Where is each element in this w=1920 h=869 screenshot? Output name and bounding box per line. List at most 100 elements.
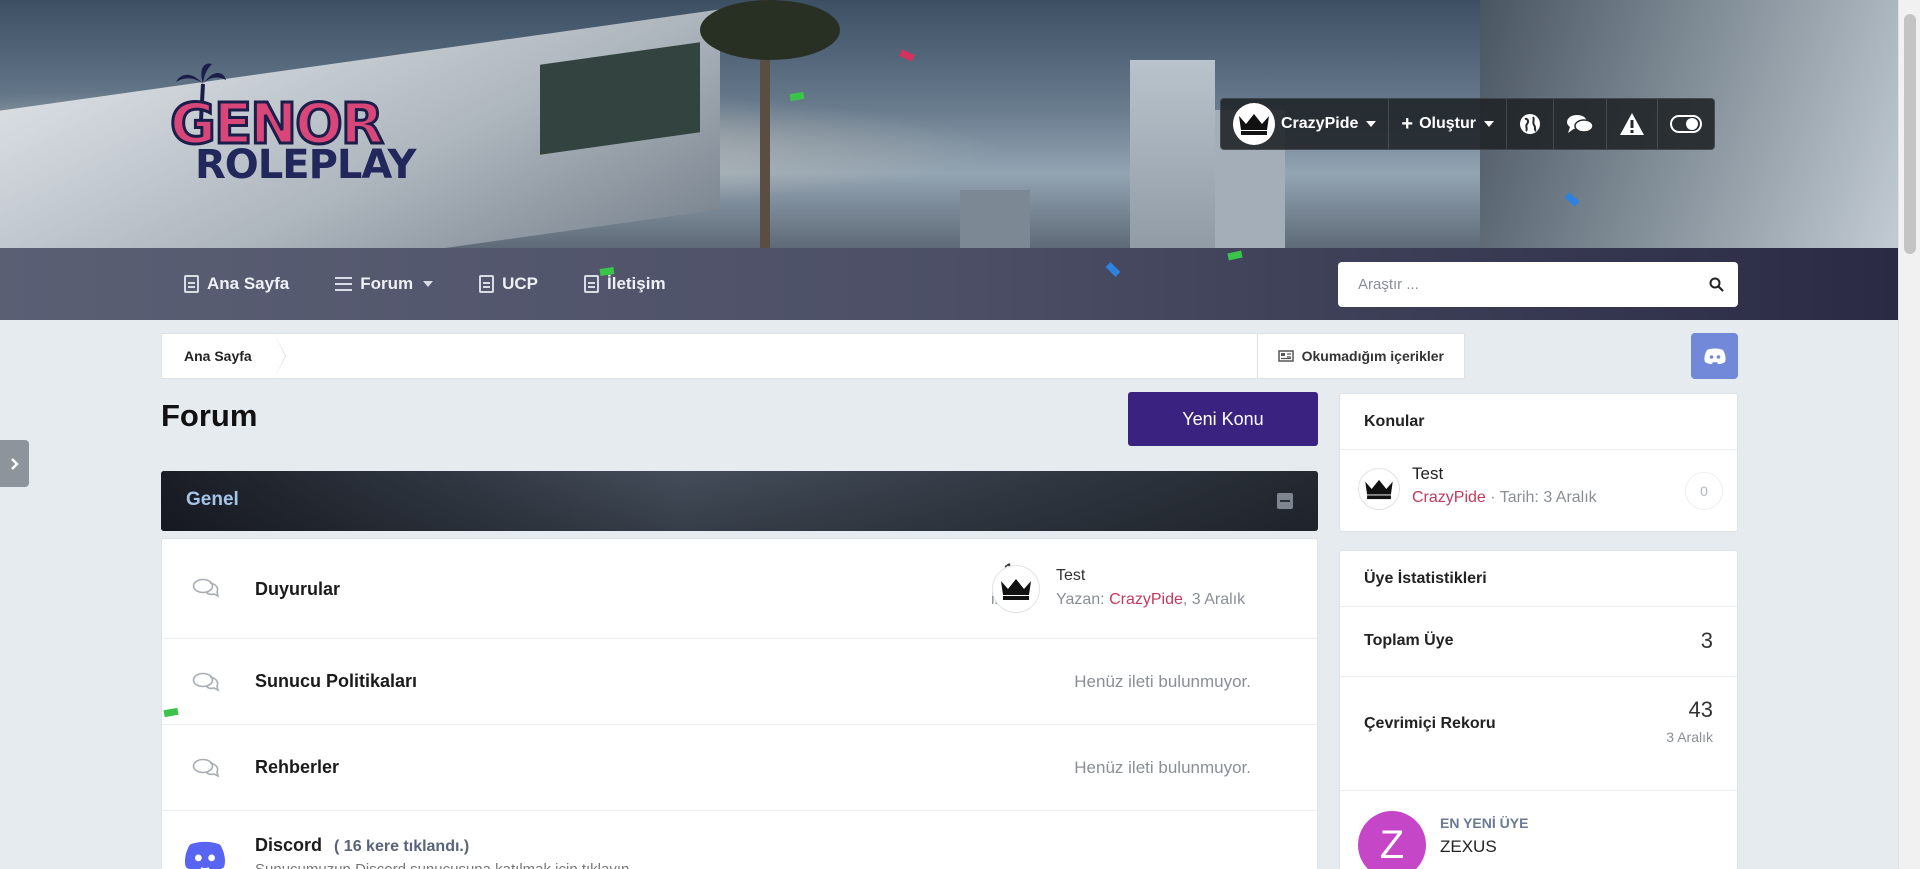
avatar — [1233, 103, 1275, 145]
unread-content-link[interactable]: Okumadığım içerikler — [1256, 334, 1464, 378]
create-menu[interactable]: + Oluştur — [1389, 99, 1507, 149]
site-logo[interactable]: GENOR ROLEPLAY — [169, 62, 490, 192]
username: CrazyPide — [1281, 115, 1359, 132]
stat-value: 43 — [1688, 697, 1713, 722]
forum-name[interactable]: Duyurular — [255, 579, 340, 600]
create-label: Oluştur — [1419, 115, 1476, 132]
category-header: Genel — [161, 471, 1318, 531]
building-tower — [1130, 60, 1215, 248]
crown-icon — [1001, 579, 1031, 600]
list-icon — [335, 277, 353, 291]
online-record-row: Çevrimiçi Rekoru 43 3 Aralık — [1340, 677, 1737, 791]
total-members-row: Toplam Üye 3 — [1340, 607, 1737, 677]
scrollbar[interactable] — [1898, 0, 1920, 869]
newest-member-label: EN YENİ ÜYE — [1440, 815, 1529, 831]
warning-icon — [1619, 113, 1644, 135]
palm-leaves — [700, 0, 840, 60]
stat-value: 3 — [1700, 628, 1713, 653]
language-button[interactable] — [1507, 99, 1554, 149]
forum-name[interactable]: Rehberler — [255, 757, 339, 778]
forum-name[interactable]: Discord ( 16 kere tıklandı.) — [255, 835, 469, 856]
hero-banner: GENOR ROLEPLAY CrazyPide + Oluştur — [0, 0, 1898, 248]
chevron-down-icon — [1366, 121, 1377, 127]
stat-date: 3 Aralık — [1666, 729, 1713, 745]
topic-meta: CrazyPide · Tarih: 3 Aralık — [1412, 489, 1597, 507]
chat-bubbles-icon — [192, 672, 220, 692]
category-title[interactable]: Genel — [186, 489, 239, 511]
search-button[interactable] — [1694, 262, 1738, 307]
last-post-prefix: Yazan: — [1056, 591, 1110, 608]
forum-name-text: Discord — [255, 835, 323, 855]
last-post-date: , 3 Aralık — [1182, 591, 1246, 608]
new-topic-button[interactable]: Yeni Konu — [1128, 392, 1318, 446]
discord-icon — [1703, 348, 1726, 364]
forum-description: Sunucumuzun Discord sunucusuna katılmak … — [255, 861, 634, 869]
chevron-down-icon — [1483, 121, 1494, 127]
nav-label: UCP — [502, 274, 538, 293]
conversations-button[interactable] — [1554, 99, 1607, 149]
topic-date: · Tarih: 3 Aralık — [1485, 489, 1597, 506]
forum-row-announcements: Duyurular 1 ileti Test Yazan: CrazyPide,… — [162, 539, 1317, 639]
widget-title: Konular — [1340, 394, 1737, 450]
newest-member-name[interactable]: ZEXUS — [1440, 837, 1497, 857]
breadcrumb-home[interactable]: Ana Sayfa — [162, 333, 286, 379]
search-icon — [1709, 277, 1724, 292]
confetti — [789, 91, 805, 102]
forum-name[interactable]: Sunucu Politikaları — [255, 671, 417, 692]
stat-label: Toplam Üye — [1364, 632, 1454, 649]
globe-icon — [1519, 114, 1540, 134]
crown-icon — [1239, 114, 1269, 135]
nav-label: Ana Sayfa — [207, 274, 290, 293]
plus-icon: + — [1401, 113, 1414, 135]
stat-label: Çevrimiçi Rekoru — [1364, 715, 1496, 732]
last-post-title[interactable]: Test — [1056, 567, 1085, 585]
topic-author[interactable]: CrazyPide — [1412, 489, 1486, 506]
collapse-icon[interactable] — [1277, 493, 1293, 509]
notifications-button[interactable] — [1607, 99, 1658, 149]
document-icon — [479, 275, 495, 293]
nav-item-home[interactable]: Ana Sayfa — [180, 274, 311, 294]
forum-row-guides: Rehberler Henüz ileti bulunmuyor. — [162, 725, 1317, 811]
nav-item-forum[interactable]: Forum — [331, 274, 455, 294]
avatar[interactable] — [1358, 468, 1400, 510]
topic-item[interactable]: Test CrazyPide · Tarih: 3 Aralık 0 — [1340, 450, 1737, 530]
nav-item-ucp[interactable]: UCP — [475, 274, 560, 294]
chevron-right-icon — [10, 457, 19, 470]
toggle-icon — [1669, 115, 1702, 133]
theme-toggle[interactable] — [1658, 99, 1714, 149]
breadcrumb: Ana Sayfa Okumadığım içerikler — [161, 333, 1465, 379]
last-post-meta: Yazan: CrazyPide, 3 Aralık — [1056, 591, 1245, 609]
document-icon — [584, 275, 599, 293]
topic-title[interactable]: Test — [1412, 464, 1443, 484]
unread-label: Okumadığım içerikler — [1301, 348, 1444, 364]
crown-icon — [1365, 479, 1393, 500]
building-far — [960, 190, 1030, 248]
forum-list: Duyurular 1 ileti Test Yazan: CrazyPide,… — [161, 538, 1318, 869]
page-title: Forum — [161, 398, 258, 433]
scrollbar-thumb[interactable] — [1904, 14, 1916, 254]
confetti — [1105, 262, 1121, 277]
chat-bubbles-icon — [192, 578, 220, 598]
user-bar: CrazyPide + Oluştur — [1220, 98, 1715, 150]
newspaper-icon — [1277, 350, 1294, 362]
chevron-down-icon — [423, 281, 434, 287]
chat-bubbles-icon — [192, 758, 220, 778]
nav-item-contact[interactable]: İletişim — [580, 274, 688, 294]
newest-member: Z EN YENİ ÜYE ZEXUS — [1340, 791, 1737, 869]
avatar[interactable] — [992, 565, 1040, 613]
forum-row-discord: Discord ( 16 kere tıklandı.) Sunucumuzun … — [162, 811, 1317, 869]
search-input[interactable] — [1338, 262, 1694, 307]
document-icon — [184, 275, 199, 293]
last-post-author[interactable]: CrazyPide — [1109, 591, 1183, 608]
search-box — [1338, 262, 1738, 307]
confetti — [1227, 250, 1243, 261]
sidebar-toggle[interactable] — [0, 440, 29, 487]
forum-row-policies: Sunucu Politikaları Henüz ileti bulunmuy… — [162, 639, 1317, 725]
empty-forum-text: Henüz ileti bulunmuyor. — [1074, 672, 1251, 691]
avatar[interactable]: Z — [1358, 811, 1426, 869]
topics-widget: Konular Test CrazyPide · Tarih: 3 Aralık… — [1339, 393, 1738, 532]
discord-button[interactable] — [1691, 333, 1738, 379]
member-stats-widget: Üye İstatistikleri Toplam Üye 3 Çevrimiç… — [1339, 550, 1738, 869]
user-menu[interactable]: CrazyPide — [1221, 99, 1390, 149]
widget-title: Üye İstatistikleri — [1340, 551, 1737, 607]
